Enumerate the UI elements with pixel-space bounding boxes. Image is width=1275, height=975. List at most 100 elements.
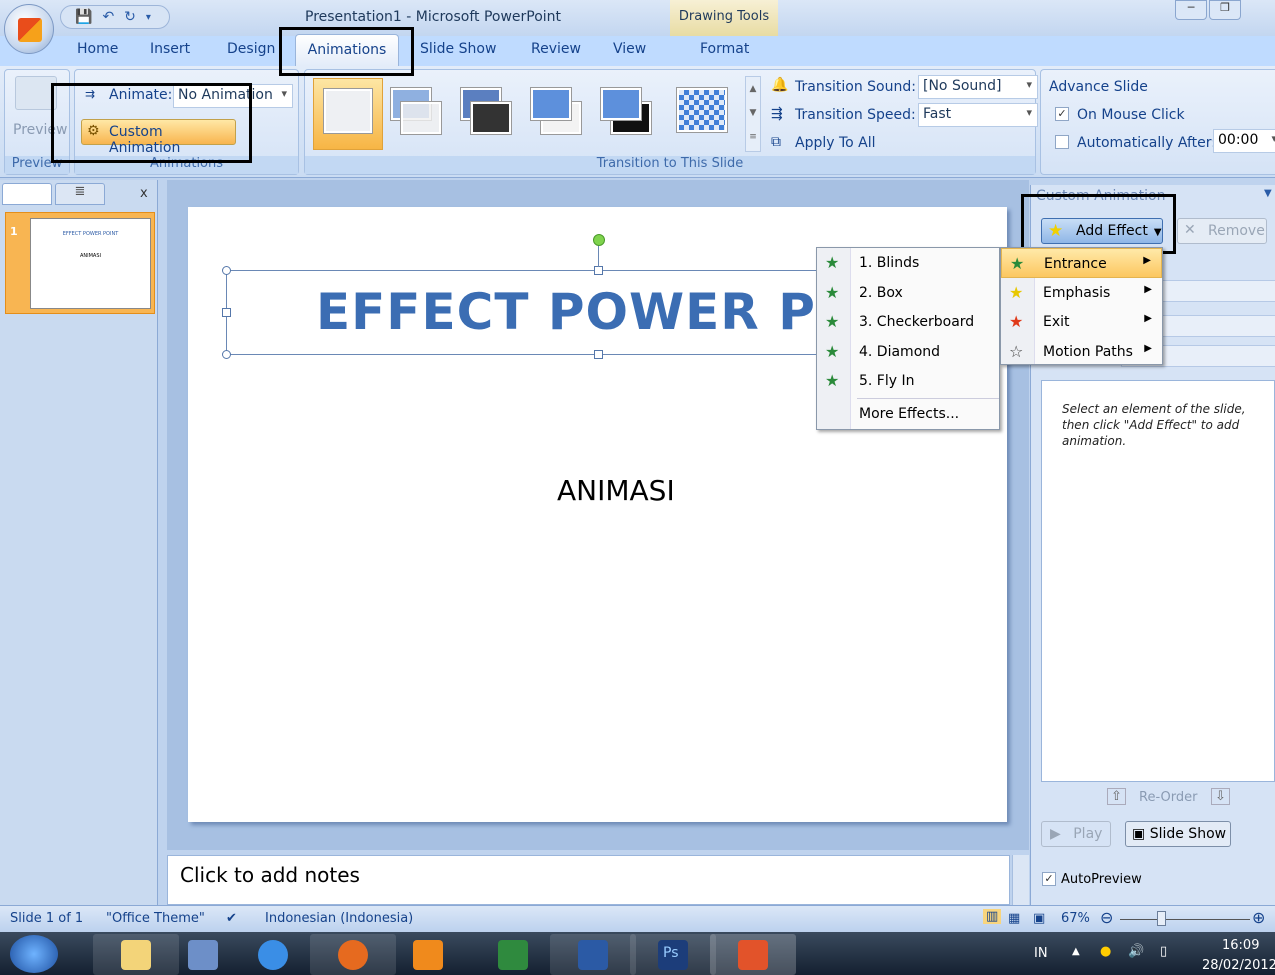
move-up-icon[interactable]: ⇧ bbox=[1107, 788, 1126, 805]
tab-insert[interactable]: Insert bbox=[150, 41, 190, 57]
transition-fade-black[interactable] bbox=[459, 86, 515, 140]
highlight-box bbox=[51, 83, 252, 163]
auto-after-checkbox[interactable] bbox=[1055, 135, 1069, 149]
transition-sound-label: Transition Sound: bbox=[795, 79, 916, 95]
show-hidden-icons[interactable]: ▲ bbox=[1072, 946, 1080, 957]
office-logo-icon bbox=[18, 18, 42, 42]
transition-speed-dropdown[interactable]: Fast bbox=[918, 103, 1038, 127]
move-down-icon[interactable]: ⇩ bbox=[1211, 788, 1230, 805]
theme-name[interactable]: "Office Theme" bbox=[106, 911, 205, 926]
notes-pane[interactable]: Click to add notes bbox=[167, 855, 1010, 905]
redo-icon[interactable]: ↻ bbox=[124, 9, 136, 25]
taskbar-photoshop[interactable]: Ps bbox=[630, 934, 716, 975]
office-button[interactable] bbox=[4, 4, 54, 54]
slide-show-label: Slide Show bbox=[1149, 826, 1227, 842]
transition-cut[interactable] bbox=[529, 86, 585, 140]
taskbar-excel[interactable] bbox=[470, 934, 556, 975]
auto-after-time[interactable]: 00:00 bbox=[1213, 129, 1275, 153]
resize-handle[interactable] bbox=[222, 308, 231, 317]
taskbar-media-player[interactable] bbox=[385, 934, 471, 975]
taskbar-powerpoint[interactable] bbox=[710, 934, 796, 975]
save-icon[interactable]: 💾 bbox=[75, 9, 92, 25]
slide-show-button[interactable]: ▣ Slide Show bbox=[1125, 821, 1231, 847]
green-star-icon: ★ bbox=[1010, 254, 1025, 273]
selected-textbox[interactable] bbox=[222, 234, 826, 359]
input-language[interactable]: IN bbox=[1034, 946, 1048, 961]
menu-item-entrance[interactable]: ★ Entrance ▶ bbox=[1001, 248, 1162, 278]
slide-subtitle[interactable]: ANIMASI bbox=[557, 474, 675, 507]
slideshow-view-icon[interactable]: ▣ bbox=[1033, 911, 1045, 926]
transition-gallery-scroll[interactable]: ▲ ▼ ≡ bbox=[745, 76, 761, 152]
apply-to-all-button[interactable]: Apply To All bbox=[795, 135, 876, 151]
volume-icon[interactable]: 🔊 bbox=[1128, 944, 1144, 959]
menu-item-motion-paths[interactable]: ☆ Motion Paths ▶ bbox=[1001, 337, 1162, 367]
menu-item-exit[interactable]: ★ Exit ▶ bbox=[1001, 307, 1162, 337]
on-mouse-click-checkbox[interactable]: ✓ bbox=[1055, 107, 1069, 121]
menu-item-blinds[interactable]: ★ 1. Blinds bbox=[817, 248, 999, 278]
minimize-button[interactable]: ─ bbox=[1175, 0, 1207, 20]
resize-handle[interactable] bbox=[594, 350, 603, 359]
quick-access-toolbar: 💾 ↶ ↻ ▾ bbox=[60, 5, 170, 29]
menu-item-more-effects[interactable]: More Effects... bbox=[817, 399, 999, 429]
spell-check-icon[interactable]: ✔ bbox=[226, 911, 237, 926]
group-label: Transition to This Slide bbox=[305, 156, 1035, 174]
rotate-handle[interactable] bbox=[593, 234, 605, 246]
restore-button[interactable]: ❐ bbox=[1209, 0, 1241, 20]
notes-scrollbar[interactable] bbox=[1012, 855, 1029, 905]
taskbar-word[interactable] bbox=[550, 934, 636, 975]
clock-time[interactable]: 16:09 bbox=[1222, 938, 1259, 953]
remove-button[interactable]: ✕ Remove bbox=[1177, 218, 1267, 244]
tray-app-icon[interactable]: ● bbox=[1100, 944, 1111, 959]
resize-handle[interactable] bbox=[222, 266, 231, 275]
menu-item-diamond[interactable]: ★ 4. Diamond bbox=[817, 337, 999, 367]
powerpoint-icon bbox=[738, 940, 768, 970]
zoom-out-icon[interactable]: ⊖ bbox=[1100, 908, 1113, 927]
tab-slides[interactable] bbox=[2, 183, 52, 205]
clock-date[interactable]: 28/02/2012 bbox=[1202, 958, 1275, 973]
language[interactable]: Indonesian (Indonesia) bbox=[265, 911, 413, 926]
pane-options-icon[interactable]: ▼ bbox=[1264, 188, 1272, 199]
menu-item-box[interactable]: ★ 2. Box bbox=[817, 278, 999, 308]
close-panel-button[interactable]: x bbox=[140, 186, 148, 201]
tab-home[interactable]: Home bbox=[77, 41, 118, 57]
play-button[interactable]: ▶ Play bbox=[1041, 821, 1111, 847]
slide-sorter-icon[interactable]: ▦ bbox=[1008, 911, 1020, 926]
slide-thumbnail[interactable]: 1 EFFECT POWER POINT ANIMASI bbox=[5, 212, 155, 314]
thumbnail-content: EFFECT POWER POINT ANIMASI bbox=[30, 218, 151, 309]
internet-explorer-icon bbox=[258, 940, 288, 970]
resize-handle[interactable] bbox=[222, 350, 231, 359]
reorder-label: Re-Order bbox=[1139, 790, 1198, 805]
undo-icon[interactable]: ↶ bbox=[102, 9, 114, 25]
windows-taskbar: Ps IN ▲ ● 🔊 ▯ 16:09 28/02/2012 bbox=[0, 932, 1275, 975]
normal-view-icon[interactable]: ▥ bbox=[983, 909, 1002, 924]
photoshop-icon: Ps bbox=[658, 940, 688, 970]
tab-format[interactable]: Format bbox=[700, 41, 749, 57]
tab-outline[interactable]: ≣ bbox=[55, 183, 105, 205]
zoom-in-icon[interactable]: ⊕ bbox=[1252, 908, 1265, 927]
zoom-level[interactable]: 67% bbox=[1061, 911, 1090, 926]
autopreview-checkbox[interactable]: ✓ bbox=[1042, 872, 1056, 886]
transition-fade[interactable] bbox=[389, 86, 445, 140]
menu-item-fly-in[interactable]: ★ 5. Fly In bbox=[817, 366, 999, 396]
tab-view[interactable]: View bbox=[613, 41, 646, 57]
thumb-subtitle: ANIMASI bbox=[79, 253, 102, 259]
taskbar-firefox[interactable] bbox=[310, 934, 396, 975]
taskbar-ie[interactable] bbox=[230, 934, 316, 975]
menu-label: More Effects... bbox=[859, 405, 960, 422]
menu-item-emphasis[interactable]: ★ Emphasis ▶ bbox=[1001, 278, 1162, 308]
transition-dissolve[interactable] bbox=[675, 86, 731, 140]
resize-handle[interactable] bbox=[594, 266, 603, 275]
customize-qat-icon[interactable]: ▾ bbox=[146, 12, 151, 23]
transition-none[interactable] bbox=[313, 78, 383, 150]
zoom-slider-track[interactable] bbox=[1120, 919, 1250, 920]
menu-item-checkerboard[interactable]: ★ 3. Checkerboard bbox=[817, 307, 999, 337]
network-icon[interactable]: ▯ bbox=[1160, 944, 1167, 959]
tab-slide-show[interactable]: Slide Show bbox=[420, 41, 496, 57]
animation-list[interactable]: Select an element of the slide, then cli… bbox=[1041, 380, 1275, 782]
zoom-slider-thumb[interactable] bbox=[1157, 911, 1167, 926]
tab-review[interactable]: Review bbox=[531, 41, 581, 57]
transition-cut-black[interactable] bbox=[599, 86, 655, 140]
tab-design[interactable]: Design bbox=[227, 41, 275, 57]
start-button[interactable] bbox=[10, 935, 58, 973]
transition-sound-dropdown[interactable]: [No Sound] bbox=[918, 75, 1038, 99]
